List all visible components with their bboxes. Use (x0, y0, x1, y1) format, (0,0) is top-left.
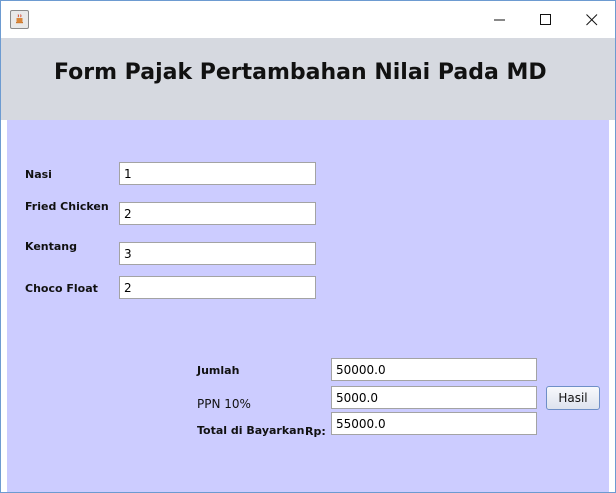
close-button[interactable] (569, 1, 615, 38)
output-ppn[interactable]: 5000.0 (331, 386, 537, 409)
minimize-icon (494, 19, 505, 21)
maximize-icon (540, 14, 551, 25)
title-bar (1, 1, 615, 38)
app-window: Form Pajak Pertambahan Nilai Pada MD Nas… (0, 0, 616, 493)
label-jumlah: Jumlah (197, 364, 240, 377)
label-kentang: Kentang (25, 240, 78, 253)
label-total-currency: Rp: (305, 425, 326, 438)
label-ppn: PPN 10% (197, 397, 251, 411)
java-app-icon[interactable] (10, 10, 29, 29)
header-panel: Form Pajak Pertambahan Nilai Pada MD (1, 38, 615, 120)
input-fried-chicken[interactable]: 2 (119, 202, 316, 225)
input-choco-float[interactable]: 2 (119, 276, 316, 299)
label-fried-chicken: Fried Chicken (25, 200, 109, 213)
output-total[interactable]: 55000.0 (331, 412, 537, 435)
close-icon (586, 14, 598, 26)
input-kentang[interactable]: 3 (119, 242, 316, 265)
hasil-button[interactable]: Hasil (546, 386, 600, 410)
input-nasi[interactable]: 1 (119, 162, 316, 185)
page-title: Form Pajak Pertambahan Nilai Pada MD (54, 60, 547, 85)
label-nasi: Nasi (25, 168, 52, 181)
form-panel: Nasi 1 Fried Chicken 2 Kentang 3 Choco F… (7, 120, 609, 492)
maximize-button[interactable] (523, 1, 569, 38)
output-jumlah[interactable]: 50000.0 (331, 358, 537, 381)
minimize-button[interactable] (477, 1, 523, 38)
label-choco-float: Choco Float (25, 282, 98, 295)
label-total: Total di Bayarkan (197, 424, 305, 437)
